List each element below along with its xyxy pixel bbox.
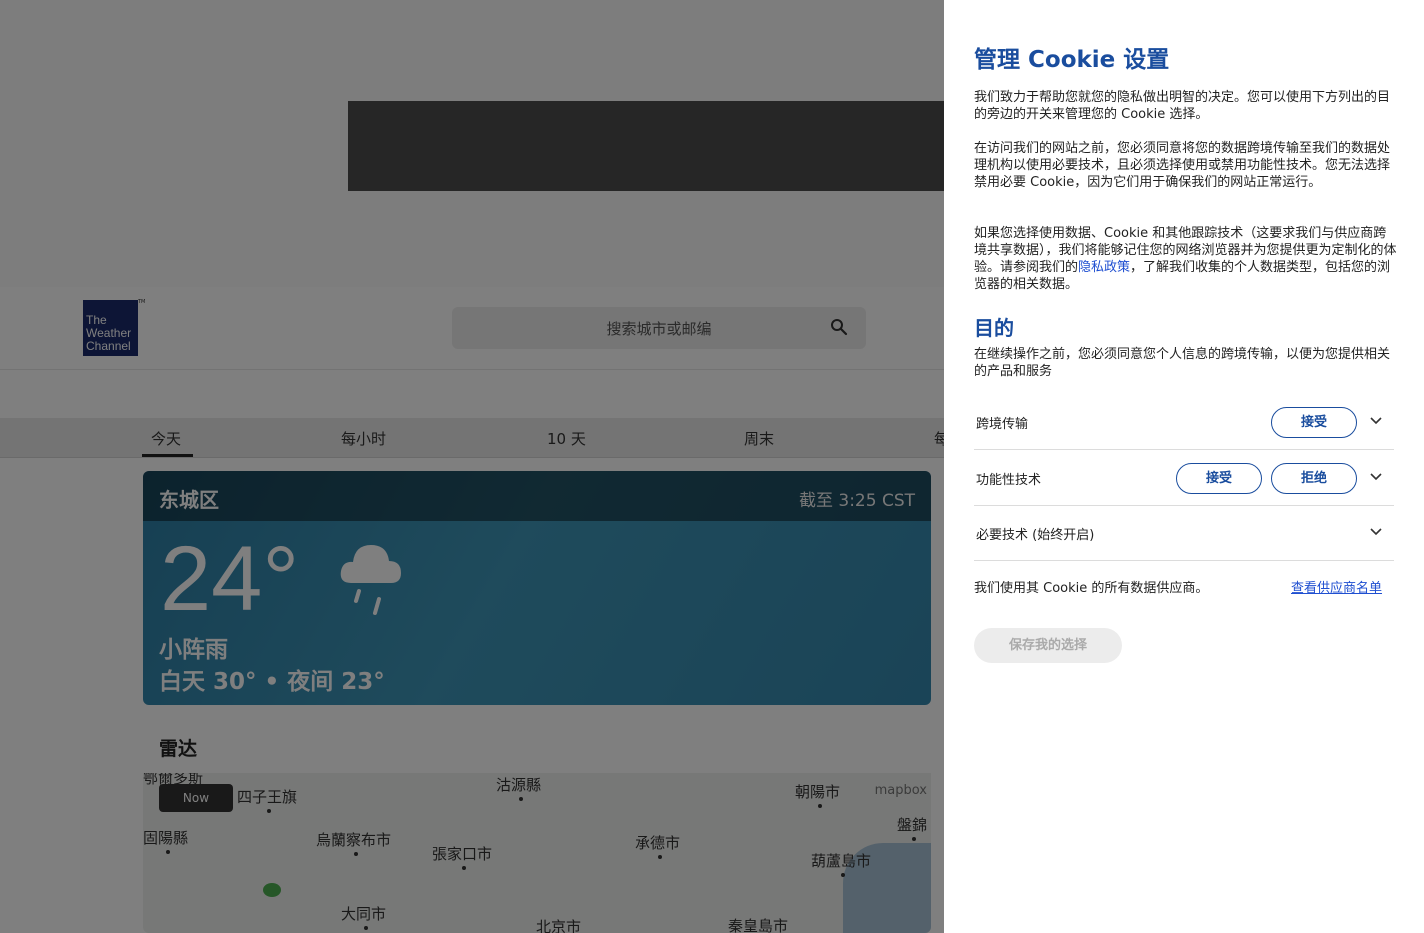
row-label: 必要技术 (始终开启) xyxy=(976,528,1095,543)
accept-button[interactable]: 接受 xyxy=(1271,407,1357,438)
chevron-down-icon[interactable] xyxy=(1370,525,1382,537)
vendor-text: 我们使用其 Cookie 的所有数据供应商。 xyxy=(974,581,1209,596)
view-vendors-link[interactable]: 查看供应商名单 xyxy=(1291,577,1382,596)
modal-overlay[interactable] xyxy=(0,0,944,933)
row-functional-tech[interactable]: 功能性技术 接受 拒绝 xyxy=(974,450,1394,506)
chevron-down-icon[interactable] xyxy=(1370,470,1382,482)
purpose-heading: 目的 xyxy=(974,316,1014,340)
purpose-description: 在继续操作之前，您必须同意您个人信息的跨境传输，以便为您提供相关的产品和服务 xyxy=(974,347,1391,379)
reject-button[interactable]: 拒绝 xyxy=(1271,463,1357,494)
row-necessary-tech[interactable]: 必要技术 (始终开启) xyxy=(974,505,1394,561)
row-label: 功能性技术 xyxy=(976,473,1042,488)
row-cross-border-transfer[interactable]: 跨境传输 接受 xyxy=(974,394,1394,450)
tracking-text: 如果您选择使用数据、Cookie 和其他跟踪技术（这要求我们与供应商跨境共享数据… xyxy=(974,225,1397,293)
chevron-down-icon[interactable] xyxy=(1370,414,1382,426)
privacy-policy-link[interactable]: 隐私政策 xyxy=(1078,260,1130,275)
intro-text: 我们致力于帮助您就您的隐私做出明智的决定。您可以使用下方列出的目的旁边的开关来管… xyxy=(974,90,1391,122)
accept-button[interactable]: 接受 xyxy=(1176,463,1262,494)
cookie-settings-panel: 管理 Cookie 设置 我们致力于帮助您就您的隐私做出明智的决定。您可以使用下… xyxy=(944,0,1424,933)
row-label: 跨境传输 xyxy=(976,417,1029,432)
transfer-text: 在访问我们的网站之前，您必须同意将您的数据跨境传输至我们的数据处理机构以使用必要… xyxy=(974,141,1391,190)
save-choices-button[interactable]: 保存我的选择 xyxy=(974,628,1122,663)
panel-title: 管理 Cookie 设置 xyxy=(974,47,1170,73)
